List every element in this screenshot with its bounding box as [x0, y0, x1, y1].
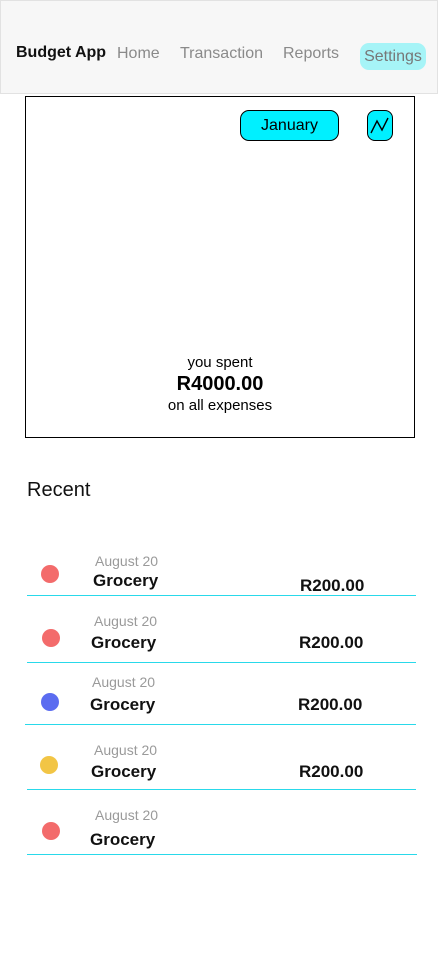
category-dot — [41, 565, 59, 583]
nav-settings[interactable]: Settings — [360, 43, 426, 70]
row-divider — [27, 595, 416, 596]
app-header: Budget App Home Transaction Reports Sett… — [0, 0, 438, 94]
nav-home[interactable]: Home — [117, 45, 160, 63]
transaction-date: August 20 — [95, 553, 159, 569]
transaction-name: Grocery — [91, 633, 157, 652]
transaction-date: August 20 — [92, 674, 156, 690]
row-divider — [27, 662, 416, 663]
line-chart-icon — [370, 117, 389, 134]
transaction-name: Grocery — [90, 830, 156, 849]
category-dot — [42, 822, 60, 840]
category-dot — [41, 693, 59, 711]
transaction-date: August 20 — [94, 742, 158, 758]
transaction-row[interactable]: August 20 Grocery — [0, 796, 440, 856]
row-divider — [27, 789, 416, 790]
transaction-name: Grocery — [91, 762, 157, 781]
brand-title: Budget App — [16, 44, 107, 61]
spent-label: you spent — [187, 354, 253, 371]
chart-view-button[interactable] — [367, 110, 393, 141]
transaction-date: August 20 — [95, 807, 159, 823]
transaction-row[interactable]: August 20 Grocery R200.00 — [0, 664, 440, 725]
transaction-amount: R200.00 — [299, 633, 364, 652]
transaction-amount: R200.00 — [299, 762, 364, 781]
nav-reports[interactable]: Reports — [283, 45, 339, 63]
nav-transaction[interactable]: Transaction — [180, 45, 263, 63]
transaction-row[interactable]: August 20 Grocery R200.00 — [0, 731, 440, 791]
row-divider — [25, 724, 416, 725]
transaction-amount: R200.00 — [298, 695, 363, 714]
transaction-name: Grocery — [90, 695, 156, 714]
transaction-name: Grocery — [93, 571, 159, 590]
transaction-amount: R200.00 — [300, 576, 365, 595]
month-selector-button[interactable]: January — [240, 110, 339, 141]
total-spent-amount: R4000.00 — [176, 373, 264, 395]
transaction-row[interactable]: August 20 Grocery R200.00 — [0, 540, 440, 600]
spending-summary-card: January you spent R4000.00 on all expens… — [25, 96, 415, 438]
category-dot — [42, 629, 60, 647]
row-divider — [27, 854, 417, 855]
category-dot — [40, 756, 58, 774]
transaction-date: August 20 — [94, 613, 158, 629]
recent-heading: Recent — [27, 479, 91, 501]
transaction-row[interactable]: August 20 Grocery R200.00 — [0, 602, 440, 663]
spent-note: on all expenses — [167, 397, 273, 414]
